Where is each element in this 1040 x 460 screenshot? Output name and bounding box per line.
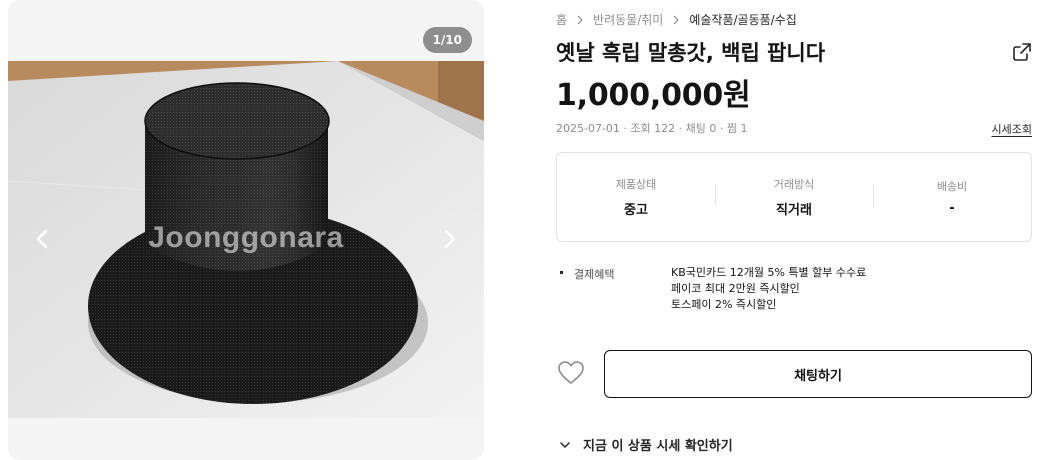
product-info-box: 제품상태 중고 거래방식 직거래 배송비 - bbox=[556, 152, 1032, 242]
breadcrumb-subcategory[interactable]: 예술작품/골동품/수집 bbox=[689, 11, 796, 28]
benefit-list: KB국민카드 12개월 5% 특별 할부 수수료 페이코 최대 2만원 즉시할인… bbox=[671, 265, 866, 313]
product-title: 옛날 흑립 말총갓, 백립 팝니다 bbox=[556, 41, 826, 65]
share-icon bbox=[1013, 43, 1031, 61]
benefit-item: 페이코 최대 2만원 즉시할인 bbox=[671, 282, 800, 295]
info-label: 거래방식 bbox=[773, 178, 815, 191]
benefit-item: KB국민카드 12개월 5% 특별 할부 수수료 bbox=[671, 266, 867, 279]
benefit-label: 결제혜택 bbox=[574, 268, 615, 281]
product-meta: 2025-07-01 · 조회 122 · 채팅 0 · 찜 1 bbox=[556, 122, 748, 135]
info-shipping-fee: 배송비 - bbox=[873, 178, 1031, 216]
info-label: 배송비 bbox=[936, 180, 968, 193]
product-price: 1,000,000원 bbox=[556, 78, 751, 113]
market-price-toggle[interactable]: 지금 이 상품 시세 확인하기 bbox=[560, 435, 733, 454]
info-value: - bbox=[949, 201, 955, 216]
image-counter-badge: 1/10 bbox=[422, 27, 472, 53]
bullet-icon bbox=[560, 271, 563, 274]
product-details: 홈 반려동물/취미 예술작품/골동품/수집 옛날 흑립 말총갓, 백립 팝니다 … bbox=[556, 0, 1032, 460]
chevron-down-icon bbox=[560, 441, 570, 448]
breadcrumb-home[interactable]: 홈 bbox=[556, 11, 567, 28]
product-image-gallery: Joonggonara 1/10 bbox=[8, 0, 484, 460]
benefit-item: 토스페이 2% 즉시할인 bbox=[671, 298, 777, 311]
info-value: 중고 bbox=[624, 203, 648, 218]
market-price-toggle-label: 지금 이 상품 시세 확인하기 bbox=[583, 439, 733, 454]
chevron-right-icon bbox=[663, 13, 689, 27]
chevron-right-icon bbox=[567, 13, 593, 27]
chevron-right-icon bbox=[444, 229, 456, 249]
market-price-link[interactable]: 시세조회 bbox=[992, 121, 1032, 137]
breadcrumb: 홈 반려동물/취미 예술작품/골동품/수집 bbox=[556, 11, 797, 28]
info-value: 직거래 bbox=[776, 203, 812, 218]
chevron-left-icon bbox=[36, 229, 48, 249]
info-label: 제품상태 bbox=[615, 178, 657, 191]
like-button[interactable] bbox=[556, 359, 586, 387]
info-trade-method: 거래방식 직거래 bbox=[715, 176, 873, 218]
info-condition: 제품상태 중고 bbox=[557, 176, 715, 218]
share-button[interactable] bbox=[1012, 42, 1032, 62]
heart-outline-icon bbox=[558, 361, 584, 384]
breadcrumb-category[interactable]: 반려동물/취미 bbox=[593, 11, 663, 28]
chat-button[interactable]: 채팅하기 bbox=[604, 350, 1032, 398]
next-image-button[interactable] bbox=[440, 225, 460, 253]
watermark-text: Joonggonara bbox=[148, 221, 344, 254]
previous-image-button[interactable] bbox=[32, 225, 52, 253]
